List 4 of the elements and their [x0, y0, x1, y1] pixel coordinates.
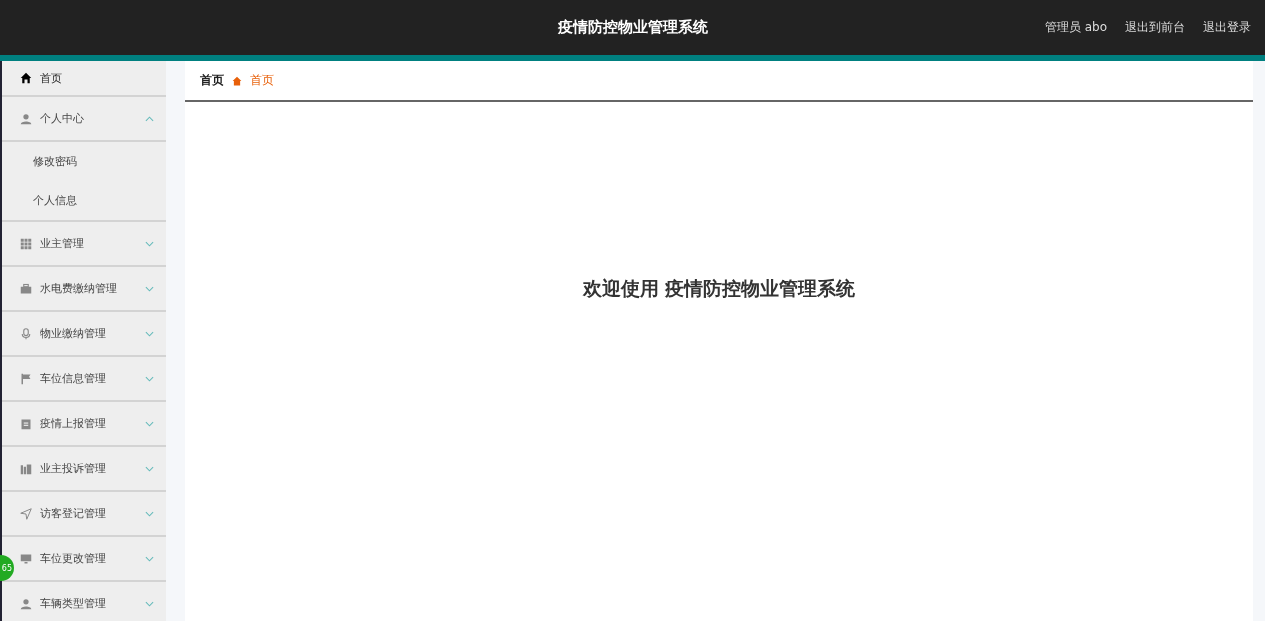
user-label: 管理员 abo	[1044, 19, 1107, 36]
breadcrumb-item: 首页	[250, 72, 274, 89]
welcome-heading: 欢迎使用 疫情防控物业管理系统	[581, 276, 857, 301]
app-title: 疫情防控物业管理系统	[557, 18, 708, 37]
